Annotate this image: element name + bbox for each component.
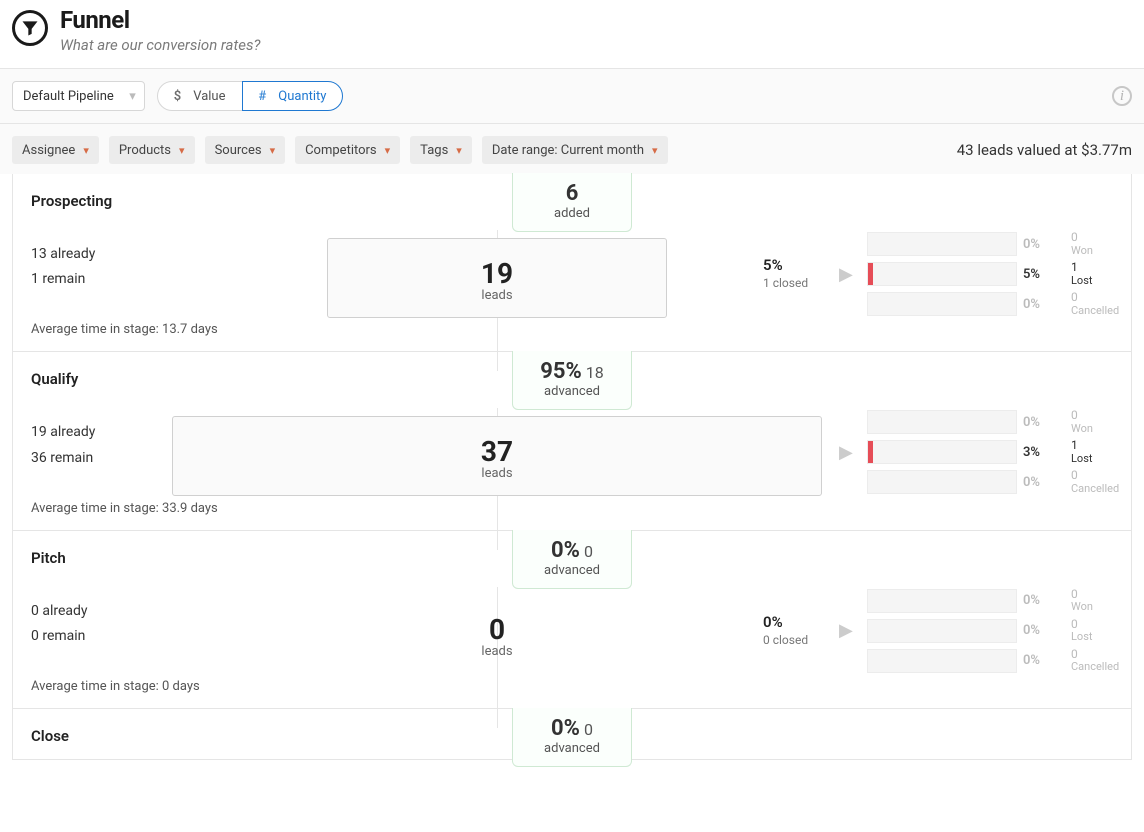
bar-won[interactable]: [867, 589, 1017, 613]
leads-count: 37: [173, 435, 821, 468]
leads-label: leads: [328, 288, 666, 303]
cancelled-pct: 0%: [1023, 292, 1065, 316]
closed-summary: 5%1 closed: [763, 256, 833, 291]
toggle-value-label: Value: [193, 89, 225, 104]
bar-won[interactable]: [867, 410, 1017, 434]
avg-time: Average time in stage: 33.9 days: [31, 501, 231, 516]
leads-label: leads: [481, 644, 512, 659]
lost-label: 0Lost: [1071, 619, 1141, 643]
stage-name: Prospecting: [31, 192, 231, 210]
toggle-value-button[interactable]: $ Value: [157, 81, 243, 111]
leads-count: 19: [328, 257, 666, 290]
page-title: Funnel: [60, 6, 260, 34]
cancelled-pct: 0%: [1023, 649, 1065, 673]
bar-lost[interactable]: [867, 262, 1017, 286]
avg-time: Average time in stage: 0 days: [31, 679, 231, 694]
lost-label: 1Lost: [1071, 440, 1141, 464]
already-text: 13 already: [31, 242, 231, 267]
avg-time: Average time in stage: 13.7 days: [31, 322, 231, 337]
cancelled-pct: 0%: [1023, 470, 1065, 494]
chevron-down-icon: ▾: [385, 144, 391, 157]
closed-summary: 0%0 closed: [763, 613, 833, 648]
chevron-down-icon: ▾: [83, 144, 89, 157]
bar-lost[interactable]: [867, 440, 1017, 464]
filter-assignee[interactable]: Assignee▾: [12, 136, 99, 164]
leads-box[interactable]: 37leads: [172, 416, 822, 496]
won-pct: 0%: [1023, 589, 1065, 613]
filter-competitors[interactable]: Competitors▾: [295, 136, 400, 164]
won-pct: 0%: [1023, 410, 1065, 434]
stage-qualify: 95%18advancedQualify19 already36 remainA…: [13, 351, 1131, 529]
bar-cancelled[interactable]: [867, 292, 1017, 316]
leads-count: 0: [481, 613, 512, 646]
hash-icon: #: [259, 89, 267, 104]
bar-won[interactable]: [867, 232, 1017, 256]
info-icon[interactable]: i: [1112, 86, 1132, 106]
already-text: 0 already: [31, 599, 231, 624]
remain-text: 1 remain: [31, 267, 231, 292]
bar-cancelled[interactable]: [867, 470, 1017, 494]
triangle-right-icon: ▶: [839, 264, 861, 285]
filter-tags[interactable]: Tags▾: [410, 136, 472, 164]
stage-name: Pitch: [31, 549, 231, 567]
bar-lost[interactable]: [867, 619, 1017, 643]
won-label: 0Won: [1071, 589, 1141, 613]
toggle-quantity-button[interactable]: # Quantity: [242, 81, 344, 111]
won-label: 0Won: [1071, 232, 1141, 256]
funnel-panel: 6addedProspecting13 already1 remainAvera…: [12, 174, 1132, 760]
funnel-icon: [12, 10, 48, 46]
leads-label: leads: [173, 466, 821, 481]
summary-text: 43 leads valued at $3.77m: [957, 141, 1132, 159]
cancelled-label: 0Cancelled: [1071, 470, 1141, 494]
remain-text: 0 remain: [31, 624, 231, 649]
stage-name: Qualify: [31, 370, 231, 388]
triangle-right-icon: ▶: [839, 620, 861, 641]
stage-name: Close: [31, 727, 231, 745]
won-label: 0Won: [1071, 410, 1141, 434]
chevron-down-icon: ▾: [129, 89, 136, 104]
pipeline-select[interactable]: Default Pipeline ▾: [12, 81, 145, 111]
triangle-right-icon: ▶: [839, 442, 861, 463]
lost-pct: 5%: [1023, 262, 1065, 286]
leads-box: 0leads: [481, 595, 512, 673]
cancelled-label: 0Cancelled: [1071, 292, 1141, 316]
filter-sources[interactable]: Sources▾: [205, 136, 286, 164]
page-subtitle: What are our conversion rates?: [60, 36, 260, 54]
lost-label: 1Lost: [1071, 262, 1141, 286]
leads-box[interactable]: 19leads: [327, 238, 667, 318]
pipeline-select-label: Default Pipeline: [23, 89, 114, 104]
dollar-icon: $: [174, 89, 181, 104]
lost-pct: 0%: [1023, 619, 1065, 643]
chevron-down-icon: ▾: [179, 144, 185, 157]
chevron-down-icon: ▾: [652, 144, 658, 157]
won-pct: 0%: [1023, 232, 1065, 256]
lost-pct: 3%: [1023, 440, 1065, 464]
stage-close: 0%0advancedClose: [13, 708, 1131, 759]
stage-pitch: 0%0advancedPitch0 already0 remainAverage…: [13, 530, 1131, 708]
bar-cancelled[interactable]: [867, 649, 1017, 673]
stage-prospecting: 6addedProspecting13 already1 remainAvera…: [13, 174, 1131, 351]
toggle-quantity-label: Quantity: [278, 89, 326, 104]
chevron-down-icon: ▾: [270, 144, 276, 157]
cancelled-label: 0Cancelled: [1071, 649, 1141, 673]
filter-products[interactable]: Products▾: [109, 136, 195, 164]
filter-date-range[interactable]: Date range: Current month▾: [482, 136, 668, 164]
chevron-down-icon: ▾: [456, 144, 462, 157]
